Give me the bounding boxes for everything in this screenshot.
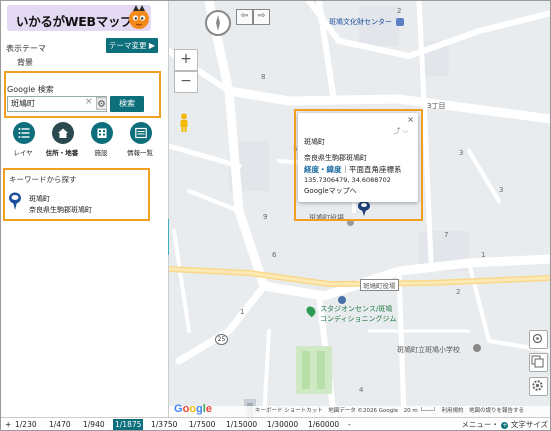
scale-option[interactable]: 1/940 <box>81 419 107 430</box>
layer-tool-label: レイヤ <box>13 149 33 157</box>
sidebar: いかるがWEBマップ 表示テーマ テーマ変更 ▶ 背景 Google 検索 斑鳩… <box>1 1 169 417</box>
google-logo: Google <box>174 403 212 415</box>
stadium-pin-icon[interactable] <box>304 304 318 318</box>
facility-tool[interactable]: 施設 <box>83 122 119 158</box>
scale-option[interactable]: 1/30000 <box>265 419 300 430</box>
block-number: 7 <box>444 231 449 239</box>
zoom-out-button[interactable]: − <box>174 71 198 93</box>
facility-tool-label: 施設 <box>94 149 108 157</box>
change-theme-label: テーマ変更 <box>109 41 147 50</box>
scale-zoom-out[interactable]: - <box>346 419 353 430</box>
address-tool-label: 住所・地番 <box>45 149 79 157</box>
clear-search-icon[interactable]: × <box>85 97 93 107</box>
town-hall-sign[interactable]: 斑鳩町役場 <box>360 279 399 291</box>
gear-icon <box>532 380 543 391</box>
play-arrow-icon: ▶ <box>148 41 155 50</box>
map-attribution: キーボード ショートカット 地図データ ©2026 Google 20 m └─… <box>169 406 550 417</box>
menu-link[interactable]: メニュー・ <box>461 420 499 429</box>
block-number: 2 <box>456 288 461 296</box>
keyword-result-title[interactable]: 斑鳩町 <box>29 194 50 204</box>
info-list-icon <box>135 127 147 139</box>
layers-toggle-button[interactable] <box>529 353 548 372</box>
block-number: 9 <box>263 213 268 221</box>
settings-button[interactable] <box>529 377 548 396</box>
school-icon[interactable] <box>473 344 481 354</box>
info-list-tool[interactable]: 情報一覧 <box>122 122 158 158</box>
mascot-icon <box>129 5 149 29</box>
map-label-culture-center[interactable]: 斑鳩文化財センター <box>329 17 405 27</box>
font-size-plus-icon[interactable]: + <box>501 421 509 429</box>
info-list-tool-label: 情報一覧 <box>127 149 153 157</box>
logo-text: いかるがWEBマップ <box>16 14 133 29</box>
scale-bar: + 1/230 1/470 1/940 1/1875 1/3750 1/7500… <box>1 417 550 430</box>
copy-layers-icon <box>531 355 544 368</box>
block-number: 6 <box>272 251 277 259</box>
block-number: 3 <box>459 149 464 157</box>
search-settings-icon[interactable] <box>96 97 107 110</box>
theme-label: 表示テーマ <box>6 44 46 53</box>
keyword-result-address[interactable]: 奈良県生駒郡斑鳩町 <box>29 205 92 215</box>
app-window: いかるがWEBマップ 表示テーマ テーマ変更 ▶ 背景 Google 検索 斑鳩… <box>0 0 551 431</box>
app-logo[interactable]: いかるがWEBマップ <box>7 5 151 31</box>
building-icon <box>97 128 107 138</box>
google-search-label: Google 検索 <box>7 85 54 94</box>
route-shield: 25 <box>215 334 228 345</box>
scale-option[interactable]: 1/7500 <box>187 419 217 430</box>
map-label-stadium-line2[interactable]: コンディショニングジム <box>320 314 397 324</box>
forward-arrow-icon[interactable]: ⇨ <box>253 9 270 25</box>
back-arrow-icon[interactable]: ⇦ <box>236 9 253 25</box>
locate-button[interactable] <box>529 330 548 349</box>
house-icon <box>58 128 68 138</box>
block-number: 1 <box>481 251 486 259</box>
block-number: 4 <box>359 386 364 394</box>
scale-option[interactable]: 1/470 <box>47 419 73 430</box>
scale-zoom-in[interactable]: + <box>3 419 13 430</box>
font-size-link[interactable]: 文字サイズ <box>511 420 548 429</box>
museum-icon <box>396 18 405 26</box>
map-label-school[interactable]: 斑鳩町立斑鳩小学校 <box>397 345 460 355</box>
scale-option[interactable]: 1/15000 <box>224 419 259 430</box>
map-label-district: 3丁目 <box>427 102 446 110</box>
popup-highlight-box <box>294 109 423 221</box>
block-number: 8 <box>261 73 266 81</box>
attribution-text[interactable]: キーボード ショートカット 地図データ ©2026 Google 20 m └─… <box>255 406 524 417</box>
menu-links: メニュー・ + 文字サイズ <box>461 418 548 430</box>
block-number: 1 <box>240 308 245 316</box>
keyword-search-title: キーワードから探す <box>9 175 77 184</box>
crosshair-icon <box>532 333 543 344</box>
change-theme-button[interactable]: テーマ変更 ▶ <box>106 38 158 53</box>
compass-control[interactable] <box>205 10 231 36</box>
layer-tool[interactable]: レイヤ <box>5 122 41 158</box>
block-number: 2 <box>397 7 402 15</box>
scale-option[interactable]: 1/60000 <box>306 419 341 430</box>
block-number: 3 <box>499 186 504 194</box>
location-pin-icon[interactable] <box>8 191 22 211</box>
layer-list-icon <box>18 128 30 138</box>
address-tool[interactable]: 住所・地番 <box>44 122 80 158</box>
theme-value: 背景 <box>17 58 33 67</box>
scale-option[interactable]: 1/230 <box>13 419 39 430</box>
compass-icon <box>216 15 220 31</box>
zoom-in-button[interactable]: + <box>174 49 198 71</box>
scale-option[interactable]: 1/3750 <box>149 419 179 430</box>
scale-option-active[interactable]: 1/1875 <box>113 419 144 430</box>
search-button[interactable]: 検索 <box>110 96 144 112</box>
pegman-icon[interactable] <box>178 113 190 133</box>
map-label-stadium-line1[interactable]: スタジオンセンス/斑鳩 <box>320 304 392 314</box>
